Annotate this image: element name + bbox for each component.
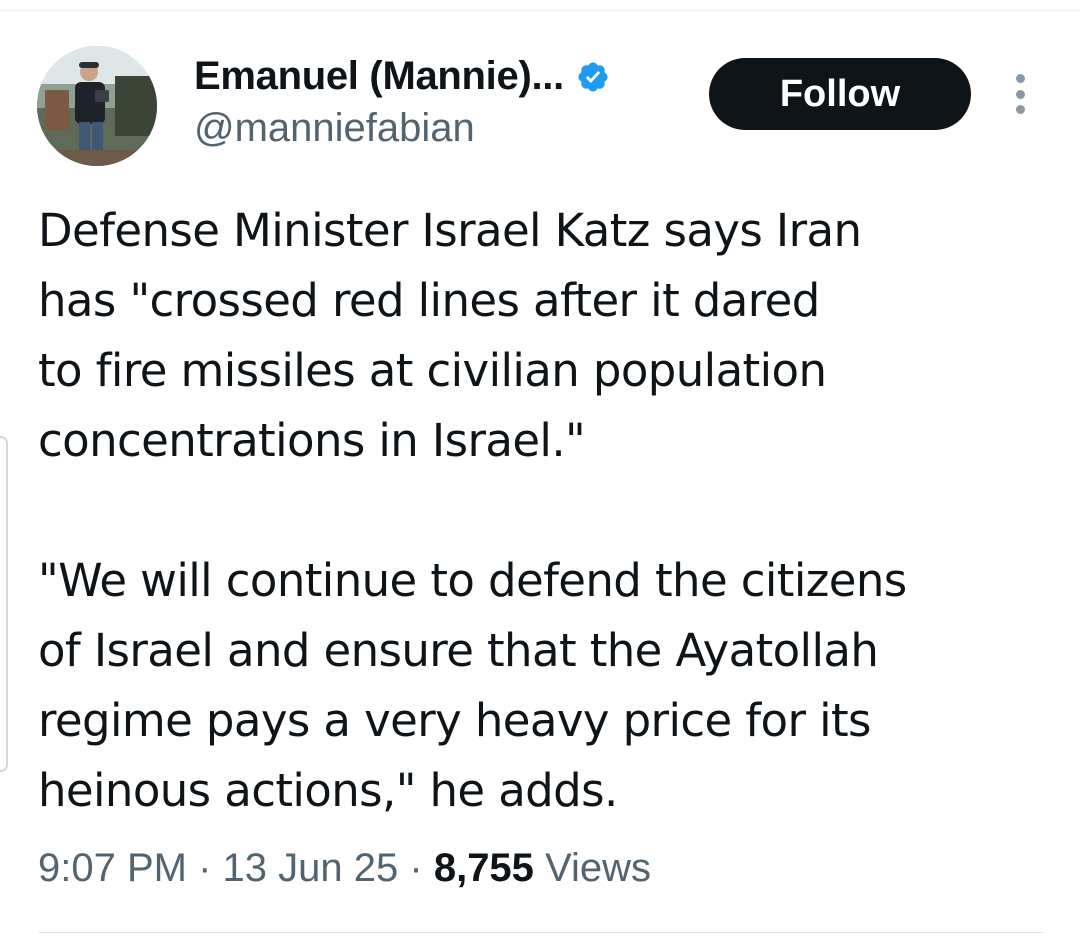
top-divider	[0, 10, 1080, 11]
tweet-text-line: has "crossed red lines after it dared	[38, 274, 820, 327]
views-label: Views	[545, 846, 652, 890]
side-scroll-handle[interactable]	[0, 436, 8, 772]
tweet-text-line: Defense Minister Israel Katz says Iran	[38, 204, 862, 257]
tweet-text: Defense Minister Israel Katz says Iran h…	[38, 196, 1048, 826]
more-dot	[1015, 105, 1025, 114]
tweet-text-line: of Israel and ensure that the Ayatollah	[38, 624, 879, 677]
avatar[interactable]	[37, 46, 157, 166]
author-handle[interactable]: @manniefabian	[194, 106, 475, 151]
bottom-divider	[38, 932, 1043, 933]
meta-separator: ·	[198, 846, 212, 890]
follow-button[interactable]: Follow	[709, 58, 971, 130]
tweet-text-line: concentrations in Israel."	[38, 414, 586, 467]
tweet-date[interactable]: 13 Jun 25	[223, 846, 399, 890]
avatar-photo	[37, 46, 157, 166]
tweet-text-line: heinous actions," he adds.	[38, 764, 618, 817]
author-name-row: Emanuel (Mannie)...	[194, 54, 610, 99]
more-dot	[1015, 74, 1025, 83]
more-dot	[1015, 89, 1025, 99]
tweet-text-line: to fire missiles at civilian population	[38, 344, 827, 397]
tweet-text-line: "We will continue to defend the citizens	[38, 554, 907, 607]
tweet-time[interactable]: 9:07 PM	[38, 846, 187, 890]
tweet-meta: 9:07 PM · 13 Jun 25 · 8,755 Views	[38, 846, 651, 891]
more-vertical-icon[interactable]	[1008, 74, 1032, 114]
meta-separator: ·	[409, 846, 423, 890]
tweet-text-line: regime pays a very heavy price for its	[38, 694, 871, 747]
author-display-name[interactable]: Emanuel (Mannie)...	[194, 54, 564, 99]
views-count[interactable]: 8,755	[434, 846, 534, 890]
verified-badge-icon	[576, 60, 610, 94]
